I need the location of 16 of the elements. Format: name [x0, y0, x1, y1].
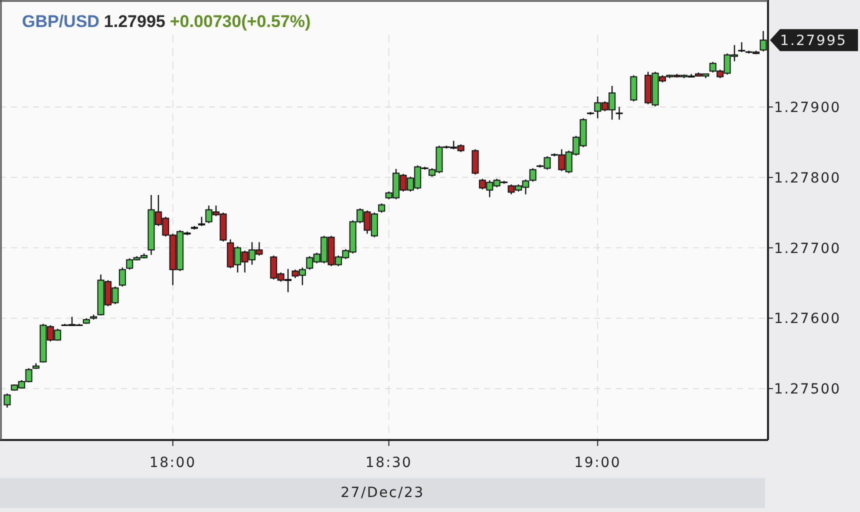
symbol-label: GBP/USD [22, 12, 100, 31]
price-axis-label: 1.27600 [774, 311, 841, 328]
candlestick [630, 75, 638, 102]
price-axis-label: 1.27900 [774, 100, 841, 116]
price-axis-label: 1.27700 [774, 240, 841, 257]
price-axis-label: 1.27800 [774, 170, 841, 186]
price-axis-label: 1.27500 [774, 382, 841, 398]
date-label: 27/Dec/23 [340, 485, 424, 501]
change-label: +0.00730(+0.57%) [170, 12, 311, 31]
price-label: 1.27995 [104, 12, 166, 31]
candlestick [472, 149, 479, 175]
time-axis-label: 18:30 [365, 455, 412, 471]
time-axis-label: 19:00 [574, 455, 622, 471]
candlestick [4, 394, 11, 408]
last-price-tag: 1.27995 [770, 29, 858, 52]
time-axis-label: 18:00 [149, 455, 196, 471]
